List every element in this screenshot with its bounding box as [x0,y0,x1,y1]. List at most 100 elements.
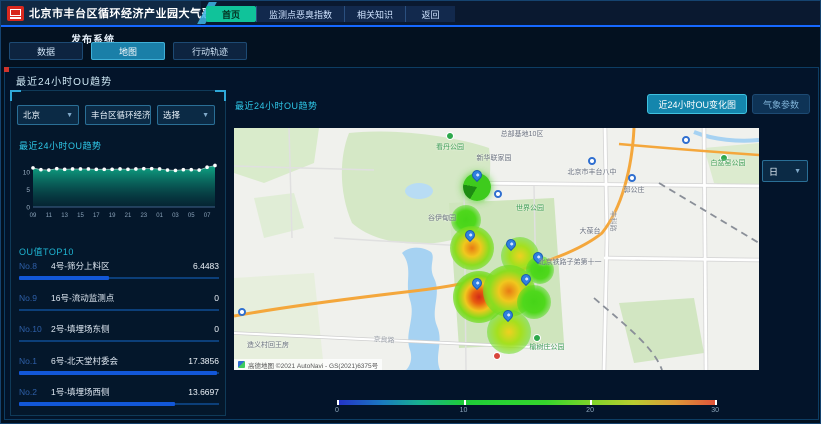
rank-label: No.10 [19,324,45,334]
map-label: 造义村回王房 [247,340,289,350]
city-select[interactable]: 北京 ▼ [17,105,79,125]
site-name: 6号-北天堂村委会 [51,355,182,367]
ou-change-map-button[interactable]: 近24小时OU变化图 [647,94,747,114]
map-param-value: 日 [769,165,778,178]
site-name: 2号-填埋场东侧 [51,323,208,335]
map-label: 世界公园 [516,203,544,213]
map-label: 京良路 [373,334,395,345]
progress-track [19,340,219,342]
map-label: 白盆窑公园 [711,158,746,168]
site-name: 16号-流动监测点 [51,292,208,304]
list-item[interactable]: No.2 1号-填埋场西侧 13.6697 [19,383,219,415]
site-select-value: 选择 [163,109,180,121]
site-name: 4号-筛分上料区 [51,260,187,272]
ou-top-list: No.8 4号-筛分上料区 6.4483 No.9 16号-流动监测点 0 [19,257,219,415]
panel-corner-accent [4,67,9,72]
legend-tick [715,400,717,405]
progress-track [19,309,219,311]
svg-text:01: 01 [156,213,163,219]
nav-tab-odor-index[interactable]: 监测点恶臭指数 [256,6,344,22]
chevron-down-icon: ▼ [66,112,73,119]
svg-text:17: 17 [93,213,100,219]
map-label: 新华联家园 [477,153,512,163]
view-tabs: 数据 地图 行动轨迹 [9,42,247,60]
map-mode-buttons: 近24小时OU变化图 气象参数 [647,94,810,114]
svg-text:13: 13 [61,213,68,219]
list-item[interactable]: No.10 2号-填埋场东侧 0 [19,320,219,352]
svg-text:5: 5 [26,187,30,194]
map-overlays: 看丹公园总部基地10区新华联家园北京市丰台八中郭公庄世界公园大葆台白盆窑公园谷伊… [234,128,759,370]
legend-gradient-bar [337,400,717,405]
svg-text:11: 11 [46,213,53,219]
main-panel: 最近24小时OU趋势 北京 ▼ 丰台区循环经济产 ▼ 选择 ▼ 最近24小时OU… [4,67,819,420]
city-select-value: 北京 [23,109,40,121]
park-poi-icon [720,154,728,162]
rank-label: No.1 [19,356,45,366]
site-name: 1号-填埋场西侧 [51,386,182,398]
tab-map[interactable]: 地图 [91,42,165,60]
chevron-down-icon: ▼ [202,112,209,119]
list-item[interactable]: No.9 16号-流动监测点 0 [19,289,219,321]
main-nav: 首页 监测点恶臭指数 相关知识 返回 [206,6,455,22]
svg-text:23: 23 [140,213,147,219]
metro-station-icon [682,136,690,144]
attribution-text: 高德地图 ©2021 AutoNavi - GS(2021)6375号 [248,360,378,370]
map-label: 丰科路 [608,211,618,232]
map-label: 榆树庄公园 [530,342,565,352]
list-item[interactable]: No.1 6号-北天堂村委会 17.3856 [19,352,219,384]
legend-label: 20 [586,407,594,414]
rank-label: No.2 [19,387,45,397]
svg-text:05: 05 [188,213,195,219]
svg-text:21: 21 [125,213,132,219]
app-logo-icon [7,6,24,21]
map-section-title: 最近24小时OU趋势 [235,99,318,112]
nav-tab-back[interactable]: 返回 [405,6,455,22]
metro-station-icon [628,174,636,182]
map-label: 郭公庄 [624,185,645,195]
map-attribution: 高德地图 ©2021 AutoNavi - GS(2021)6375号 [234,359,382,370]
top-header: 北京市丰台区循环经济产业园大气恶臭状况实时 首页 监测点恶臭指数 相关知识 返回 [1,1,820,27]
left-sidebar: 北京 ▼ 丰台区循环经济产 ▼ 选择 ▼ 最近24小时OU趋势 05100911… [10,90,226,416]
legend-label: 0 [335,407,339,414]
title-zone: 北京市丰台区循环经济产业园大气恶臭状况实时 [1,1,201,25]
map-canvas[interactable]: 看丹公园总部基地10区新华联家园北京市丰台八中郭公庄世界公园大葆台白盆窑公园谷伊… [234,128,759,370]
svg-text:0: 0 [26,205,30,212]
progress-bar [19,371,217,375]
amap-logo-icon [238,361,245,368]
rank-label: No.8 [19,261,45,271]
metro-station-icon [238,308,246,316]
ou-value: 0 [214,324,219,334]
nav-tab-knowledge[interactable]: 相关知识 [344,6,405,22]
svg-text:03: 03 [172,213,179,219]
legend-tick [590,400,592,405]
tab-data[interactable]: 数据 [9,42,83,60]
svg-text:19: 19 [109,213,116,219]
filter-row: 北京 ▼ 丰台区循环经济产 ▼ 选择 ▼ [17,105,215,125]
map-param-select[interactable]: 日 ▼ [762,160,808,182]
ou-value: 6.4483 [193,261,219,271]
chevron-down-icon: ▼ [794,168,801,175]
map-label: 总部基地10区 [501,129,544,139]
legend-tick [464,400,466,405]
list-item[interactable]: No.8 4号-筛分上料区 6.4483 [19,257,219,289]
panel-title: 最近24小时OU趋势 [16,73,112,88]
park-select[interactable]: 丰台区循环经济产 ▼ [85,105,151,125]
rank-label: No.9 [19,293,45,303]
tab-track[interactable]: 行动轨迹 [173,42,247,60]
hospital-poi-icon [493,352,501,360]
map-label: 看丹公园 [436,142,464,152]
park-poi-icon [533,334,541,342]
dashboard-root: 北京市丰台区循环经济产业园大气恶臭状况实时 首页 监测点恶臭指数 相关知识 返回… [0,0,821,424]
site-select[interactable]: 选择 ▼ [157,105,215,125]
svg-text:15: 15 [77,213,84,219]
svg-text:09: 09 [30,213,37,219]
weather-params-button[interactable]: 气象参数 [752,94,810,114]
ou-value: 13.6697 [188,387,219,397]
map-label: 北京市丰台八中 [568,167,617,177]
map-label: 大葆台 [580,226,601,236]
ou-value: 17.3856 [188,356,219,366]
park-poi-icon [446,132,454,140]
nav-tab-home[interactable]: 首页 [206,6,256,22]
metro-station-icon [494,190,502,198]
ou-value: 0 [214,293,219,303]
